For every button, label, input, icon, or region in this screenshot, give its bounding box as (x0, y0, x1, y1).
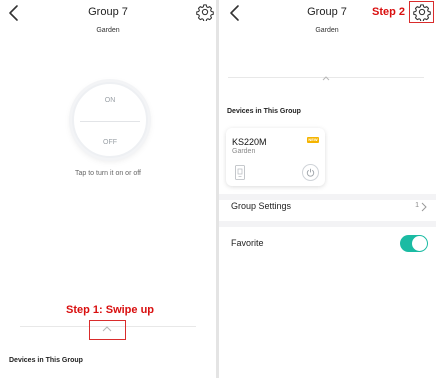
new-badge: NEW (307, 137, 319, 143)
chevron-up-icon (102, 326, 112, 332)
power-icon (306, 168, 315, 177)
page-subtitle: Garden (315, 27, 339, 34)
group-settings-row[interactable]: Group Settings 1 (219, 196, 436, 218)
back-button[interactable] (7, 3, 21, 23)
plug-icon (235, 165, 245, 180)
chevron-right-icon (421, 202, 427, 212)
power-toggle-knob[interactable]: ON OFF (72, 82, 148, 158)
group-settings-label: Group Settings (231, 201, 292, 211)
devices-section-label: Devices in This Group (9, 357, 83, 364)
tap-hint: Tap to turn it on or off (74, 170, 142, 177)
right-screen: Group 7 Garden (219, 0, 436, 378)
page-subtitle: Garden (96, 27, 120, 34)
sheet-handle[interactable] (322, 76, 330, 81)
toggle-knob (412, 236, 427, 251)
favorite-label: Favorite (231, 238, 264, 248)
page-title: Group 7 (88, 6, 128, 18)
step-2-annotation: Step 2 (372, 6, 406, 18)
on-label: ON (104, 97, 116, 104)
settings-button[interactable] (413, 3, 431, 21)
knob-divider (80, 121, 140, 122)
swipe-up-handle[interactable] (102, 326, 112, 332)
gear-icon (413, 4, 431, 21)
device-room: Garden (232, 148, 256, 155)
group-settings-count: 1 (415, 202, 419, 209)
device-name: KS220M (232, 137, 267, 147)
device-card[interactable]: KS220M NEW Garden (226, 128, 325, 186)
settings-button[interactable] (196, 3, 214, 21)
section-gap (219, 221, 436, 227)
page-title: Group 7 (307, 6, 347, 18)
back-arrow-icon (9, 5, 18, 21)
back-button[interactable] (228, 3, 242, 23)
step-1-annotation: Step 1: Swipe up (66, 304, 155, 316)
devices-section-label: Devices in This Group (227, 108, 301, 115)
device-power-button[interactable] (302, 164, 319, 181)
chevron-up-icon (322, 76, 330, 81)
favorite-toggle[interactable] (400, 235, 428, 252)
back-arrow-icon (230, 5, 239, 21)
off-label: OFF (103, 139, 117, 146)
gear-icon (196, 4, 214, 21)
